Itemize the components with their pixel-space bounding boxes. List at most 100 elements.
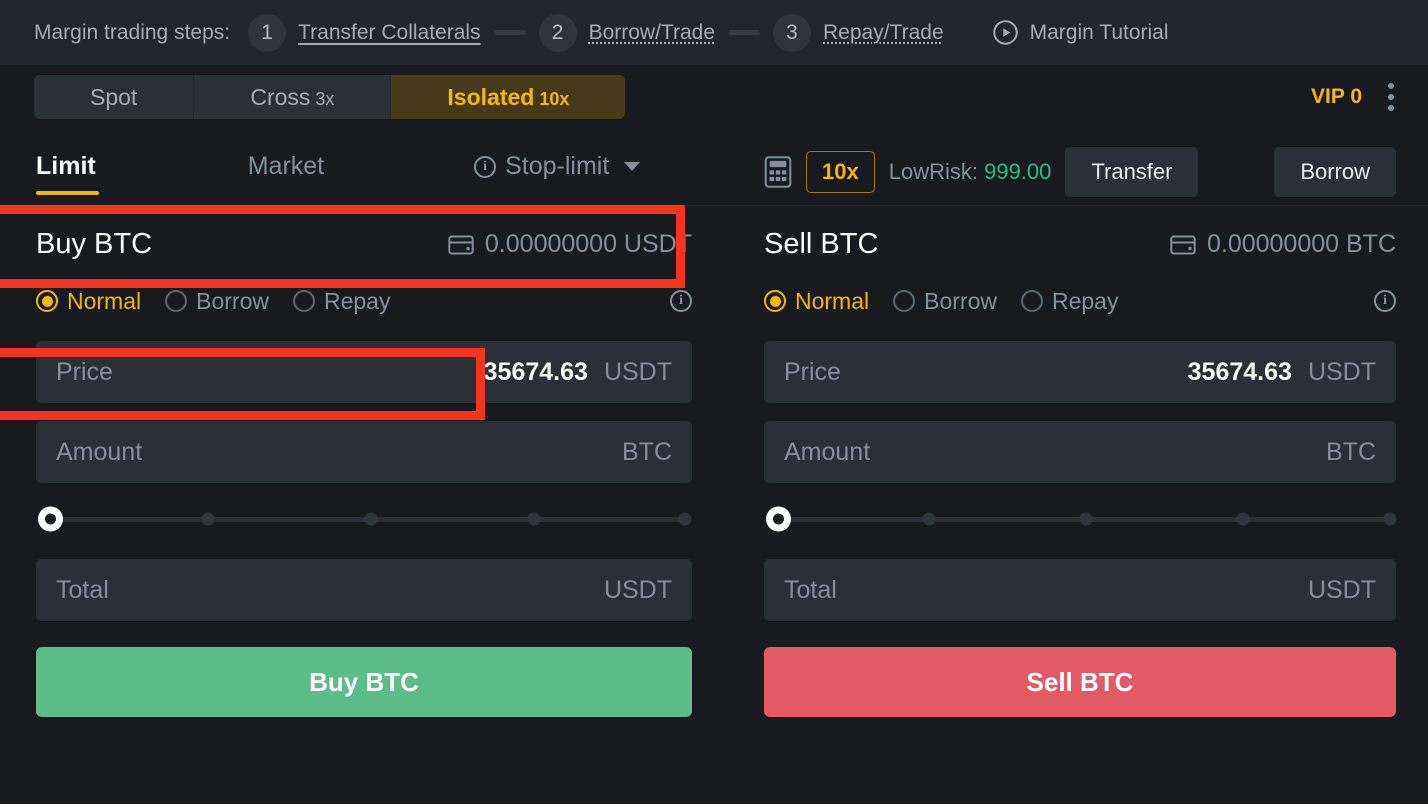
margin-tutorial-link[interactable]: Margin Tutorial bbox=[992, 19, 1169, 46]
margin-tutorial-label: Margin Tutorial bbox=[1029, 20, 1169, 44]
margin-mode-row: Spot Cross 3x Isolated 10x VIP 0 bbox=[0, 65, 1428, 128]
transfer-button[interactable]: Transfer bbox=[1065, 146, 1199, 197]
tab-cross-label: Cross bbox=[250, 83, 311, 110]
sell-amount-slider[interactable] bbox=[766, 501, 1397, 537]
sell-radio-borrow[interactable]: Borrow bbox=[893, 288, 997, 315]
step-2[interactable]: 2 Borrow/Trade bbox=[538, 13, 715, 52]
sell-radio-repay[interactable]: Repay bbox=[1020, 288, 1118, 315]
buy-header: Buy BTC 0.00000000 USDT bbox=[36, 228, 692, 261]
sell-price-field[interactable]: Price 35674.63 USDT bbox=[764, 341, 1396, 403]
step-1[interactable]: 1 Transfer Collaterals bbox=[248, 13, 481, 52]
sell-slider-handle[interactable] bbox=[766, 506, 791, 532]
sell-slider-tick-25[interactable] bbox=[922, 512, 936, 526]
tab-limit-label: Limit bbox=[36, 152, 96, 180]
step-3-link[interactable]: Repay/Trade bbox=[823, 21, 944, 45]
sell-price-value: 35674.63 bbox=[1187, 357, 1292, 386]
buy-price-field[interactable]: Price 35674.63 USDT bbox=[36, 341, 692, 403]
sell-radio-normal-label: Normal bbox=[795, 287, 870, 314]
buy-total-label: Total bbox=[56, 575, 109, 604]
borrow-button[interactable]: Borrow bbox=[1274, 146, 1396, 197]
buy-slider-tick-75[interactable] bbox=[527, 512, 541, 526]
sell-info-circle-icon[interactable]: i bbox=[1374, 290, 1396, 312]
radio-empty-icon bbox=[1020, 290, 1043, 312]
buy-slider-handle[interactable] bbox=[38, 506, 63, 532]
tab-market-label: Market bbox=[247, 152, 325, 180]
sell-price-unit: USDT bbox=[1307, 357, 1376, 386]
buy-radio-normal[interactable]: Normal bbox=[36, 288, 141, 315]
order-type-row: Limit Market i Stop-limit 10x LowRisk: 9… bbox=[0, 128, 1428, 206]
buy-submit-button[interactable]: Buy BTC bbox=[36, 647, 692, 717]
buy-radio-normal-label: Normal bbox=[67, 287, 142, 314]
buy-amount-slider[interactable] bbox=[38, 501, 692, 537]
buy-balance-value: 0.00000000 USDT bbox=[484, 230, 692, 258]
vip-badge[interactable]: VIP 0 bbox=[1311, 85, 1362, 109]
sell-balance-value: 0.00000000 BTC bbox=[1206, 230, 1396, 258]
sell-mode-radios: Normal Borrow Repay i bbox=[764, 283, 1396, 319]
step-3[interactable]: 3 Repay/Trade bbox=[773, 13, 944, 52]
sell-balance: 0.00000000 BTC bbox=[1170, 230, 1396, 259]
sell-total-field[interactable]: Total USDT bbox=[764, 559, 1396, 621]
buy-amount-field[interactable]: Amount BTC bbox=[36, 421, 692, 483]
step-3-number: 3 bbox=[773, 13, 811, 52]
risk-label: LowRisk: bbox=[888, 158, 978, 184]
buy-mode-radios: Normal Borrow Repay i bbox=[36, 283, 692, 319]
tab-spot[interactable]: Spot bbox=[34, 74, 195, 119]
radio-empty-icon bbox=[893, 290, 916, 312]
steps-label: Margin trading steps: bbox=[34, 20, 231, 44]
buy-price-unit: USDT bbox=[603, 357, 672, 386]
buy-radio-borrow-label: Borrow bbox=[196, 287, 269, 314]
buy-radio-borrow[interactable]: Borrow bbox=[165, 288, 269, 315]
tab-market[interactable]: Market bbox=[248, 152, 324, 195]
sell-slider-tick-75[interactable] bbox=[1236, 512, 1250, 526]
sell-amount-unit: BTC bbox=[1326, 437, 1376, 466]
buy-info-circle-icon[interactable]: i bbox=[670, 290, 692, 312]
sell-radio-normal[interactable]: Normal bbox=[764, 288, 869, 315]
more-vertical-icon[interactable] bbox=[1388, 82, 1394, 111]
sell-slider-tick-100[interactable] bbox=[1383, 512, 1397, 526]
step-1-number: 1 bbox=[248, 13, 287, 52]
sell-slider-tick-50[interactable] bbox=[1079, 512, 1093, 526]
buy-slider-tick-50[interactable] bbox=[364, 512, 378, 526]
tab-cross-leverage: 3x bbox=[315, 88, 335, 109]
sell-form: Sell BTC 0.00000000 BTC Normal Borrow Re… bbox=[728, 206, 1428, 804]
margin-mode-tabs: Spot Cross 3x Isolated 10x bbox=[34, 74, 626, 119]
order-forms: Buy BTC 0.00000000 USDT Normal Borrow Re… bbox=[0, 206, 1428, 804]
buy-form: Buy BTC 0.00000000 USDT Normal Borrow Re… bbox=[0, 206, 728, 804]
risk-indicator: LowRisk: 999.00 bbox=[889, 159, 1052, 185]
tab-spot-label: Spot bbox=[90, 83, 138, 110]
sell-header: Sell BTC 0.00000000 BTC bbox=[764, 228, 1396, 261]
sell-submit-button[interactable]: Sell BTC bbox=[764, 647, 1396, 717]
buy-slider-tick-100[interactable] bbox=[678, 512, 692, 526]
buy-amount-label: Amount bbox=[56, 437, 143, 466]
calculator-icon[interactable] bbox=[764, 155, 792, 188]
step-2-link[interactable]: Borrow/Trade bbox=[589, 21, 715, 45]
radio-empty-icon bbox=[292, 290, 315, 312]
sell-radio-borrow-label: Borrow bbox=[924, 287, 997, 314]
buy-slider-tick-25[interactable] bbox=[201, 512, 215, 526]
step-connector-2 bbox=[728, 30, 760, 35]
buy-radio-repay[interactable]: Repay bbox=[292, 287, 391, 315]
order-type-tabs: Limit Market i Stop-limit bbox=[0, 128, 728, 205]
buy-total-field[interactable]: Total USDT bbox=[36, 559, 692, 621]
tab-isolated[interactable]: Isolated 10x bbox=[391, 74, 626, 119]
leverage-selector[interactable]: 10x bbox=[806, 150, 875, 193]
radio-empty-icon bbox=[165, 290, 188, 312]
tab-cross[interactable]: Cross 3x bbox=[194, 74, 392, 119]
buy-radio-repay-label: Repay bbox=[323, 287, 391, 314]
buy-price-label: Price bbox=[56, 357, 113, 386]
tab-isolated-leverage: 10x bbox=[539, 88, 570, 109]
step-connector-1 bbox=[493, 30, 526, 35]
margin-steps-bar: Margin trading steps: 1 Transfer Collate… bbox=[0, 0, 1428, 65]
radio-filled-icon bbox=[36, 290, 58, 312]
sell-amount-field[interactable]: Amount BTC bbox=[764, 421, 1396, 483]
radio-filled-icon bbox=[764, 290, 786, 312]
buy-balance: 0.00000000 USDT bbox=[448, 230, 692, 259]
step-1-link[interactable]: Transfer Collaterals bbox=[298, 21, 480, 45]
step-2-number: 2 bbox=[538, 13, 577, 52]
tab-stop-limit-label: Stop-limit bbox=[505, 152, 610, 180]
buy-total-unit: USDT bbox=[603, 575, 672, 604]
buy-price-value: 35674.63 bbox=[483, 357, 588, 386]
tab-limit[interactable]: Limit bbox=[36, 152, 99, 195]
order-type-toolbar: 10x LowRisk: 999.00 Transfer Borrow bbox=[728, 128, 1428, 205]
tab-stop-limit[interactable]: i Stop-limit bbox=[474, 152, 641, 195]
